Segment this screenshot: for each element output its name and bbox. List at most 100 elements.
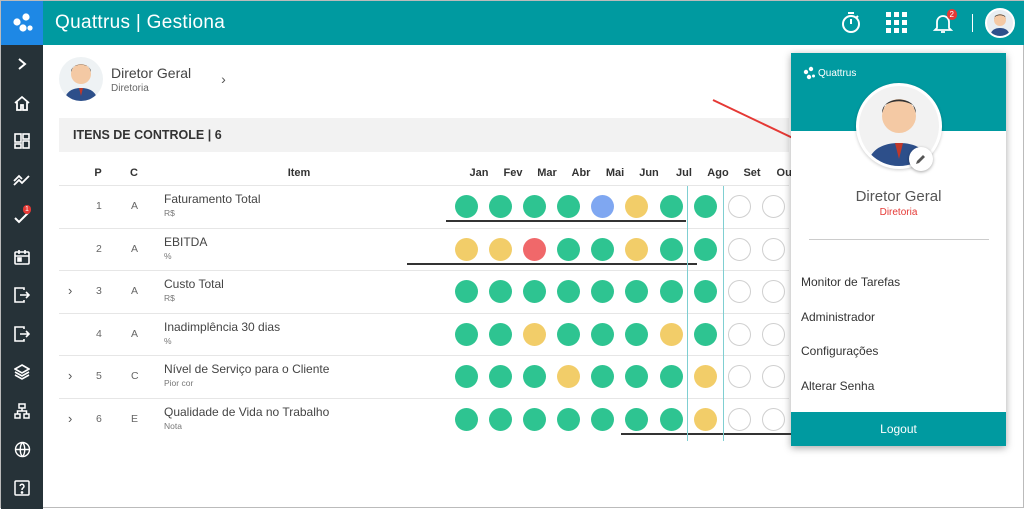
status-dot-green[interactable]	[660, 365, 683, 388]
status-dot-green[interactable]	[489, 322, 512, 346]
item-name[interactable]: Custo Total	[164, 277, 224, 291]
status-dot-green[interactable]	[660, 407, 683, 431]
menu-item-configuracoes[interactable]: Configurações	[801, 344, 900, 379]
status-dot-green[interactable]	[557, 195, 580, 218]
table-row[interactable]: › 5 C Nível de Serviço para o Cliente Pior c…	[59, 355, 789, 398]
status-dot-empty[interactable]	[728, 280, 751, 303]
status-dot-yellow[interactable]	[625, 195, 648, 218]
item-name[interactable]: Nível de Serviço para o Cliente	[164, 362, 329, 376]
status-dot-empty[interactable]	[762, 195, 785, 218]
app-logo[interactable]	[1, 1, 43, 45]
status-dot-green[interactable]	[694, 237, 717, 261]
status-dot-empty[interactable]	[762, 365, 785, 388]
logout-button[interactable]: Logout	[791, 412, 1006, 446]
status-dot-green[interactable]	[694, 322, 717, 346]
status-dot-green[interactable]	[625, 407, 648, 431]
user-header[interactable]: Diretor Geral Diretoria ›	[59, 57, 226, 101]
status-dot-green[interactable]	[591, 365, 614, 388]
status-dot-green[interactable]	[455, 280, 478, 303]
column-p[interactable]: P	[91, 167, 105, 179]
status-dot-empty[interactable]	[762, 280, 785, 303]
status-dot-yellow[interactable]	[489, 237, 512, 261]
sidebar-item-dashboard[interactable]	[1, 122, 43, 161]
sidebar-item-import[interactable]	[1, 315, 43, 354]
column-month-ago[interactable]: Ago	[705, 167, 731, 179]
status-dot-green[interactable]	[489, 195, 512, 218]
status-dot-green[interactable]	[489, 365, 512, 388]
status-dot-yellow[interactable]	[694, 407, 717, 431]
column-c[interactable]: C	[127, 167, 141, 179]
status-dot-green[interactable]	[557, 280, 580, 303]
sidebar-item-org-chart[interactable]	[1, 392, 43, 431]
status-dot-green[interactable]	[591, 322, 614, 346]
sidebar-expand[interactable]	[1, 45, 43, 84]
status-dot-yellow[interactable]	[694, 365, 717, 388]
status-dot-green[interactable]	[591, 237, 614, 261]
status-dot-yellow[interactable]	[660, 322, 683, 346]
column-month-jan[interactable]: Jan	[466, 167, 492, 179]
apps-grid-button[interactable]	[874, 1, 920, 45]
status-dot-green[interactable]	[523, 195, 546, 218]
status-dot-green[interactable]	[557, 237, 580, 261]
item-name[interactable]: Faturamento Total	[164, 192, 261, 206]
status-dot-green[interactable]	[489, 280, 512, 303]
stopwatch-button[interactable]	[828, 1, 874, 45]
column-item[interactable]: Item	[274, 167, 324, 179]
sidebar-item-tasks[interactable]: 1	[1, 199, 43, 238]
status-dot-green[interactable]	[523, 280, 546, 303]
status-dot-blue[interactable]	[591, 195, 614, 218]
status-dot-empty[interactable]	[762, 322, 785, 346]
status-dot-yellow[interactable]	[625, 237, 648, 261]
status-dot-yellow[interactable]	[523, 322, 546, 346]
sidebar-item-layers[interactable]	[1, 353, 43, 392]
status-dot-green[interactable]	[660, 237, 683, 261]
status-dot-empty[interactable]	[728, 195, 751, 218]
column-month-mai[interactable]: Mai	[602, 167, 628, 179]
status-dot-yellow[interactable]	[557, 365, 580, 388]
column-month-jun[interactable]: Jun	[636, 167, 662, 179]
status-dot-green[interactable]	[455, 195, 478, 218]
status-dot-empty[interactable]	[728, 407, 751, 431]
user-avatar-button[interactable]	[985, 8, 1015, 38]
status-dot-yellow[interactable]	[455, 237, 478, 261]
status-dot-green[interactable]	[557, 407, 580, 431]
notifications-button[interactable]: 2	[920, 1, 966, 45]
status-dot-empty[interactable]	[728, 237, 751, 261]
expand-row-chevron-icon[interactable]: ›	[68, 283, 72, 298]
table-row[interactable]: 4 A Inadimplência 30 dias%	[59, 312, 789, 356]
status-dot-green[interactable]	[694, 280, 717, 303]
status-dot-green[interactable]	[660, 195, 683, 218]
status-dot-green[interactable]	[455, 322, 478, 346]
menu-item-monitor-tarefas[interactable]: Monitor de Tarefas	[801, 275, 900, 310]
column-month-abr[interactable]: Abr	[568, 167, 594, 179]
menu-item-administrador[interactable]: Administrador	[801, 310, 900, 345]
expand-row-chevron-icon[interactable]: ›	[68, 411, 72, 426]
sidebar-item-export[interactable]	[1, 276, 43, 315]
status-dot-empty[interactable]	[728, 365, 751, 388]
status-dot-red[interactable]	[523, 237, 546, 261]
sidebar-item-trends[interactable]	[1, 161, 43, 200]
status-dot-green[interactable]	[591, 407, 614, 431]
expand-row-chevron-icon[interactable]: ›	[68, 368, 72, 383]
status-dot-green[interactable]	[557, 322, 580, 346]
menu-item-alterar-senha[interactable]: Alterar Senha	[801, 379, 900, 414]
status-dot-green[interactable]	[625, 322, 648, 346]
sidebar-item-globe[interactable]	[1, 430, 43, 469]
sidebar-item-calendar[interactable]	[1, 238, 43, 277]
sidebar-item-home[interactable]	[1, 84, 43, 123]
status-dot-green[interactable]	[591, 280, 614, 303]
status-dot-green[interactable]	[660, 280, 683, 303]
column-month-fev[interactable]: Fev	[500, 167, 526, 179]
status-dot-green[interactable]	[694, 195, 717, 218]
sidebar-item-help[interactable]	[1, 469, 43, 508]
table-row[interactable]: › 3 A Custo Total R$	[59, 270, 789, 313]
status-dot-green[interactable]	[625, 280, 648, 303]
status-dot-green[interactable]	[523, 407, 546, 431]
edit-avatar-button[interactable]	[909, 147, 933, 171]
status-dot-green[interactable]	[523, 365, 546, 388]
status-dot-green[interactable]	[489, 407, 512, 431]
item-name[interactable]: Inadimplência 30 dias	[164, 320, 280, 334]
status-dot-green[interactable]	[455, 407, 478, 431]
status-dot-green[interactable]	[455, 365, 478, 388]
status-dot-green[interactable]	[625, 365, 648, 388]
